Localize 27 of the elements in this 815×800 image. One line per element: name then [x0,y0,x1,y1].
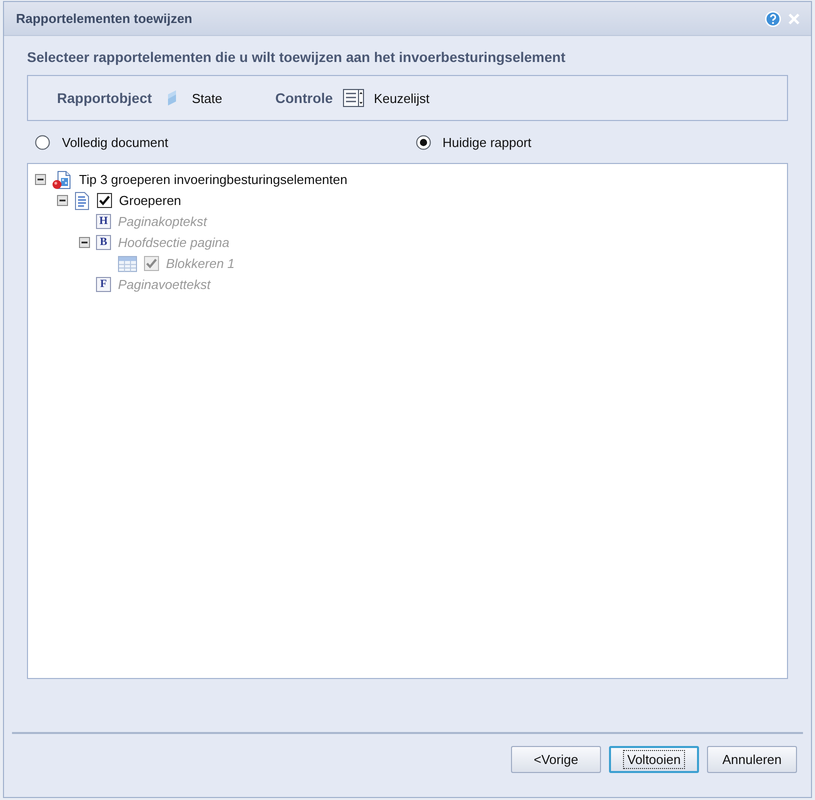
window-title: Rapportelementen toewijzen [16,11,194,26]
radio-button[interactable] [35,134,50,150]
radio-label[interactable]: Volledig document [62,134,168,150]
dialog-button[interactable]: Annuleren [707,746,797,773]
report-document-icon [52,170,72,190]
instruction-text: Selecteer rapportelementen die u wilt toewijzen aan het invoerbesturingselement [27,49,566,66]
radio-label[interactable]: Huidige rapport [442,134,532,150]
help-icon[interactable] [765,10,781,26]
field-value: State [192,90,222,106]
document-icon [74,192,90,210]
dialog-button[interactable]: <Vorige [511,746,601,773]
field-value: Keuzelijst [374,90,430,106]
collapse-icon[interactable] [57,195,68,206]
list-box-icon [342,89,364,107]
collapse-icon[interactable] [35,174,46,185]
radio-button[interactable] [416,134,430,150]
field-label: Controle [275,90,333,106]
section-letter-tile: B [96,235,111,250]
field-label: Rapportobject [57,90,152,106]
checkbox[interactable] [97,193,112,208]
report-object-icon [166,90,177,106]
tree-item[interactable]: Groeperen [119,193,182,208]
table-icon [118,256,137,272]
tree-item[interactable]: Tip 3 groeperen invoeringbesturingselementen [79,172,348,187]
section-letter-tile: H [96,214,111,229]
dialog-button[interactable]: Voltooien [609,746,699,773]
section-letter-tile: F [96,277,111,292]
